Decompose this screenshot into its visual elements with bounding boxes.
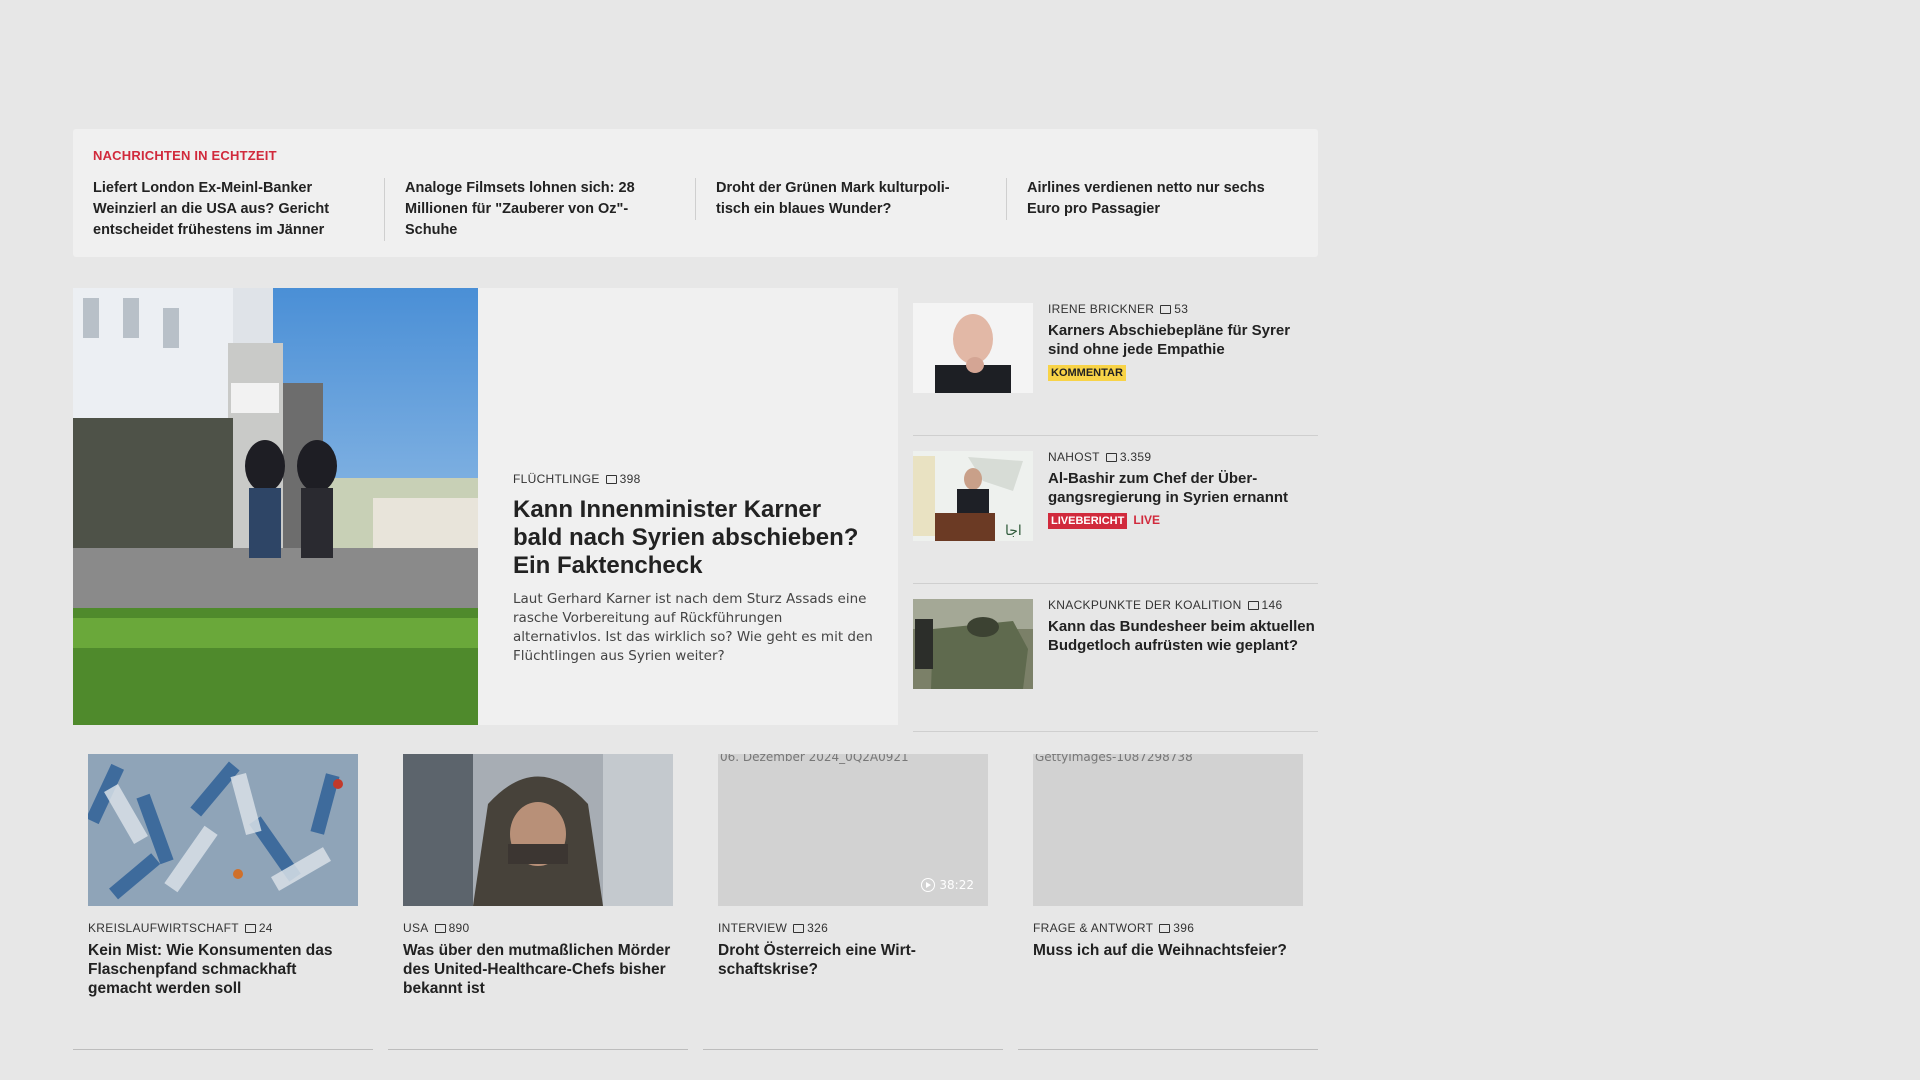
side-teaser-title[interactable]: Karners Abschiebepläne für Syrer sind oh… <box>1048 322 1318 359</box>
svg-text:اجا: اجا <box>1005 523 1022 539</box>
side-teaser-category[interactable]: NAHOST <box>1048 450 1100 464</box>
comment-count[interactable]: 326 <box>793 921 828 935</box>
comment-count[interactable]: 890 <box>434 921 470 935</box>
play-icon <box>921 878 936 892</box>
ticker-label[interactable]: NACHRICHTEN IN ECHTZEIT <box>93 148 277 163</box>
video-duration-value: 38:22 <box>939 878 974 892</box>
side-teaser-title[interactable]: Kann das Bundesheer beim aktuellen Budge… <box>1048 618 1318 655</box>
teaser-card-category[interactable]: KREISLAUFWIRTSCHAFT <box>88 921 239 935</box>
teaser-card[interactable]: USA 890 Was über den mutmaßlichen Mörder… <box>388 754 688 1050</box>
realtime-news-ticker: NACHRICHTEN IN ECHTZEIT Liefert London E… <box>73 129 1318 257</box>
teaser-card-category[interactable]: FRAGE & ANTWORT <box>1033 921 1153 935</box>
teaser-card-meta: INTERVIEW 326 <box>718 921 828 935</box>
comment-count-value: 890 <box>448 921 470 935</box>
comment-icon <box>1159 923 1171 933</box>
comment-count-value: 24 <box>258 921 273 935</box>
comment-icon <box>605 474 617 484</box>
comment-icon <box>244 923 256 933</box>
teaser-card-category[interactable]: USA <box>403 921 429 935</box>
image-alt-text: 06. Dezember 2024_0Q2A0921 <box>720 754 909 764</box>
comment-count[interactable]: 3.359 <box>1105 450 1152 464</box>
comment-count-value: 3.359 <box>1119 450 1152 464</box>
teaser-card-image[interactable]: GettyImages-1087298738 <box>1033 754 1303 906</box>
teaser-card[interactable]: 06. Dezember 2024_0Q2A0921 38:22 INTERVI… <box>703 754 1003 1050</box>
teaser-card-title[interactable]: Was über den mutmaßlichen Mörder des Uni… <box>403 941 678 998</box>
teaser-card-category[interactable]: INTERVIEW <box>718 921 787 935</box>
teaser-card-image[interactable]: 06. Dezember 2024_0Q2A0921 38:22 <box>718 754 988 906</box>
side-teaser-category[interactable]: KNACKPUNKTE DER KOALITION <box>1048 598 1242 612</box>
lead-description[interactable]: Laut Gerhard Karner ist nach dem Sturz A… <box>513 590 873 666</box>
teaser-card[interactable]: GettyImages-1087298738 FRAGE & ANTWORT 3… <box>1018 754 1318 1050</box>
teaser-card-image[interactable] <box>88 754 358 906</box>
side-teaser-meta: IRENE BRICKNER 53 <box>1048 302 1318 316</box>
comment-count-value: 398 <box>619 472 641 486</box>
comment-count[interactable]: 398 <box>605 472 641 486</box>
teaser-card-meta: KREISLAUFWIRTSCHAFT 24 <box>88 921 273 935</box>
comment-icon <box>793 923 805 933</box>
teaser-card-title[interactable]: Kein Mist: Wie Konsumenten das Flaschenp… <box>88 941 363 998</box>
side-teaser[interactable]: IRENE BRICKNER 53 Karners Abschiebepläne… <box>913 288 1318 436</box>
side-teaser[interactable]: KNACKPUNKTE DER KOALITION 146 Kann das B… <box>913 584 1318 732</box>
comment-icon <box>1247 600 1259 610</box>
video-duration: 38:22 <box>921 878 974 892</box>
comment-icon <box>1105 452 1117 462</box>
ticker-item[interactable]: Liefert London Ex-Meinl-Banker Weinzierl… <box>73 178 343 241</box>
teaser-card-image[interactable] <box>403 754 673 906</box>
image-alt-text: GettyImages-1087298738 <box>1035 754 1193 764</box>
side-teaser-image[interactable] <box>913 599 1033 689</box>
side-teaser-category[interactable]: IRENE BRICKNER <box>1048 302 1154 316</box>
side-teaser-meta: NAHOST 3.359 <box>1048 450 1318 464</box>
side-teaser-meta: KNACKPUNKTE DER KOALITION 146 <box>1048 598 1318 612</box>
teaser-card-meta: FRAGE & ANTWORT 396 <box>1033 921 1194 935</box>
ticker-item[interactable]: Analoge Filmsets lohnen sich: 28 Mil­lio… <box>384 178 654 241</box>
comment-icon <box>1160 304 1172 314</box>
livebericht-badge: LIVEBERICHT <box>1048 513 1128 529</box>
comment-count-value: 326 <box>807 921 829 935</box>
teaser-card-title[interactable]: Muss ich auf die Weihnachtsfeier? <box>1033 941 1308 960</box>
comment-count-value: 396 <box>1173 921 1195 935</box>
comment-count[interactable]: 24 <box>244 921 273 935</box>
side-teaser-list: IRENE BRICKNER 53 Karners Abschiebepläne… <box>913 288 1318 732</box>
side-teaser-title[interactable]: Al-Bashir zum Chef der Über­gangsregieru… <box>1048 470 1318 507</box>
ticker-item[interactable]: Droht der Grünen Mark kulturpoli­tisch e… <box>695 178 965 220</box>
comment-count[interactable]: 396 <box>1159 921 1194 935</box>
live-indicator: LIVE <box>1133 513 1161 527</box>
side-teaser-image[interactable] <box>913 303 1033 393</box>
lead-story[interactable]: FLÜCHTLINGE 398 Kann Innenminister Karne… <box>73 288 898 725</box>
comment-icon <box>434 923 446 933</box>
lead-category[interactable]: FLÜCHTLINGE <box>513 472 600 486</box>
teaser-card-title[interactable]: Droht Österreich eine Wirt­schaftskrise? <box>718 941 993 979</box>
teaser-card[interactable]: KREISLAUFWIRTSCHAFT 24 Kein Mist: Wie Ko… <box>73 754 373 1050</box>
ticker-item[interactable]: Airlines verdienen netto nur sechs Euro … <box>1006 178 1276 220</box>
comment-count-value: 53 <box>1174 302 1189 316</box>
lead-meta: FLÜCHTLINGE 398 <box>513 472 873 486</box>
teaser-card-meta: USA 890 <box>403 921 470 935</box>
side-teaser[interactable]: اجا NAHOST 3.359 Al-Bashir zum Chef der … <box>913 436 1318 584</box>
comment-count[interactable]: 53 <box>1160 302 1188 316</box>
side-teaser-image[interactable]: اجا <box>913 451 1033 541</box>
kommentar-badge: KOMMENTAR <box>1048 365 1126 381</box>
comment-count-value: 146 <box>1261 598 1283 612</box>
lead-title[interactable]: Kann Innenminister Karner bald nach Syri… <box>513 496 873 580</box>
comment-count[interactable]: 146 <box>1247 598 1283 612</box>
lead-story-image[interactable] <box>73 288 478 725</box>
